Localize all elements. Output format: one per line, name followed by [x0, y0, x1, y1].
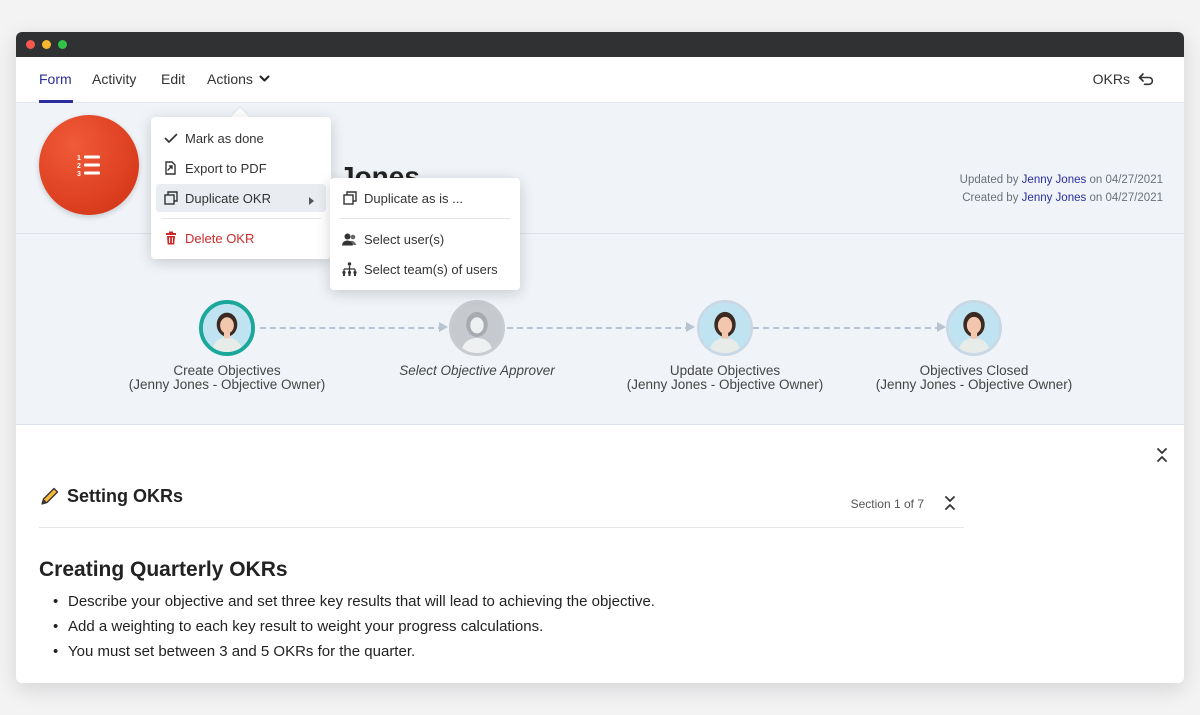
pencil-icon	[41, 487, 59, 505]
menu-item-label: Select user(s)	[364, 231, 445, 247]
section-title-text: Setting OKRs	[67, 486, 184, 506]
workflow-step-owner: (Jenny Jones - Objective Owner)	[128, 377, 326, 392]
workflow-step-avatar[interactable]	[946, 300, 1002, 356]
workflow-arrow-icon	[937, 322, 946, 332]
workflow-connector	[753, 327, 941, 329]
menu-item-duplicate-okr[interactable]: Duplicate OKR	[156, 184, 326, 212]
menu-item-select-users[interactable]: Select user(s)	[335, 225, 515, 253]
export-pdf-icon	[163, 161, 178, 176]
workflow-step-owner: (Jenny Jones - Objective Owner)	[875, 377, 1073, 392]
menu-item-label: Export to PDF	[185, 160, 267, 176]
created-by-user-link[interactable]: Jenny Jones	[1022, 192, 1087, 204]
workflow-step-label: Update Objectives (Jenny Jones - Objecti…	[595, 364, 855, 392]
back-to-okrs-link[interactable]: OKRs	[1093, 71, 1154, 87]
unassigned-user-icon	[452, 303, 502, 353]
menu-item-export-pdf[interactable]: Export to PDF	[156, 154, 326, 182]
workflow-step-label: Select Objective Approver	[347, 364, 607, 378]
trash-icon	[163, 231, 178, 246]
menu-item-label: Duplicate OKR	[185, 190, 271, 206]
maximize-window-button[interactable]	[58, 40, 67, 49]
workflow-step-name: Select Objective Approver	[399, 363, 555, 378]
created-info: Created by Jenny Jones on 04/27/2021	[962, 192, 1163, 204]
list-item: You must set between 3 and 5 OKRs for th…	[53, 642, 655, 667]
workflow-step-name: Create Objectives	[173, 363, 281, 378]
content-heading: Creating Quarterly OKRs	[39, 558, 288, 581]
top-navigation: Form Activity Edit Actions OKRs	[16, 57, 1184, 103]
tab-form[interactable]: Form	[39, 71, 72, 87]
menu-item-mark-as-done[interactable]: Mark as done	[156, 124, 326, 152]
menu-divider	[340, 218, 510, 219]
chevron-right-icon	[309, 193, 314, 208]
section-counter: Section 1 of 7	[850, 497, 924, 511]
svg-text:2: 2	[77, 163, 81, 170]
menu-item-label: Select team(s) of users	[364, 261, 498, 277]
okrs-link-label: OKRs	[1092, 71, 1130, 87]
workflow-step-label: Objectives Closed (Jenny Jones - Objecti…	[844, 364, 1104, 392]
workflow-connector	[260, 327, 444, 329]
workflow-step-name: Objectives Closed	[919, 363, 1029, 378]
user-avatar-icon	[949, 303, 999, 353]
svg-text:1: 1	[77, 155, 81, 162]
updated-by-user-link[interactable]: Jenny Jones	[1022, 174, 1087, 186]
updated-prefix: Updated by	[959, 174, 1019, 186]
tab-actions-label: Actions	[207, 71, 253, 87]
created-date: on 04/27/2021	[1089, 192, 1163, 204]
content-bullet-list: Describe your objective and set three ke…	[53, 592, 655, 667]
return-arrow-icon	[1138, 72, 1154, 85]
list-item: Describe your objective and set three ke…	[53, 592, 655, 617]
user-avatar-icon	[700, 303, 750, 353]
menu-item-duplicate-as-is[interactable]: Duplicate as is ...	[335, 184, 515, 212]
section-header: Setting OKRs Section 1 of 7	[39, 486, 964, 528]
tab-activity[interactable]: Activity	[92, 71, 136, 87]
tab-actions[interactable]: Actions	[207, 71, 270, 87]
workflow-step-label: Create Objectives (Jenny Jones - Objecti…	[97, 364, 357, 392]
list-ordered-icon: 1 2 3	[39, 115, 139, 215]
menu-item-label: Mark as done	[185, 130, 264, 146]
menu-item-label: Delete OKR	[185, 230, 255, 246]
form-content: Setting OKRs Section 1 of 7 Creating Qua…	[16, 425, 1184, 683]
actions-dropdown-menu: Mark as done Export to PDF Duplicate OKR…	[151, 117, 331, 259]
workflow-step-avatar[interactable]	[199, 300, 255, 356]
check-icon	[163, 131, 178, 146]
updated-info: Updated by Jenny Jones on 04/27/2021	[960, 174, 1163, 186]
menu-divider	[161, 218, 321, 219]
workflow-arrow-icon	[686, 322, 695, 332]
workflow-arrow-icon	[439, 322, 448, 332]
team-hierarchy-icon	[342, 262, 357, 277]
workflow-stages: Create Objectives (Jenny Jones - Objecti…	[16, 234, 1184, 425]
tab-edit[interactable]: Edit	[161, 71, 185, 87]
svg-text:3: 3	[77, 171, 81, 178]
workflow-step-avatar[interactable]	[697, 300, 753, 356]
updated-date: on 04/27/2021	[1089, 174, 1163, 186]
workflow-step-name: Update Objectives	[669, 363, 781, 378]
workflow-step-avatar[interactable]	[449, 300, 505, 356]
workflow-step-owner: (Jenny Jones - Objective Owner)	[626, 377, 824, 392]
created-prefix: Created by	[962, 192, 1019, 204]
collapse-all-icon[interactable]	[1156, 447, 1168, 468]
user-avatar-icon	[203, 304, 251, 352]
window-titlebar	[16, 32, 1184, 57]
menu-item-select-teams[interactable]: Select team(s) of users	[335, 255, 515, 283]
chevron-down-icon	[259, 75, 270, 82]
users-icon	[342, 232, 357, 247]
duplicate-submenu: Duplicate as is ... Select user(s) Selec…	[330, 178, 520, 290]
close-window-button[interactable]	[26, 40, 35, 49]
duplicate-icon	[342, 191, 357, 206]
collapse-section-icon[interactable]	[944, 495, 956, 516]
duplicate-icon	[163, 191, 178, 206]
section-title: Setting OKRs	[39, 486, 183, 507]
menu-item-label: Duplicate as is ...	[364, 190, 463, 206]
workflow-connector	[507, 327, 691, 329]
minimize-window-button[interactable]	[42, 40, 51, 49]
list-item: Add a weighting to each key result to we…	[53, 617, 655, 642]
menu-item-delete-okr[interactable]: Delete OKR	[156, 224, 326, 252]
